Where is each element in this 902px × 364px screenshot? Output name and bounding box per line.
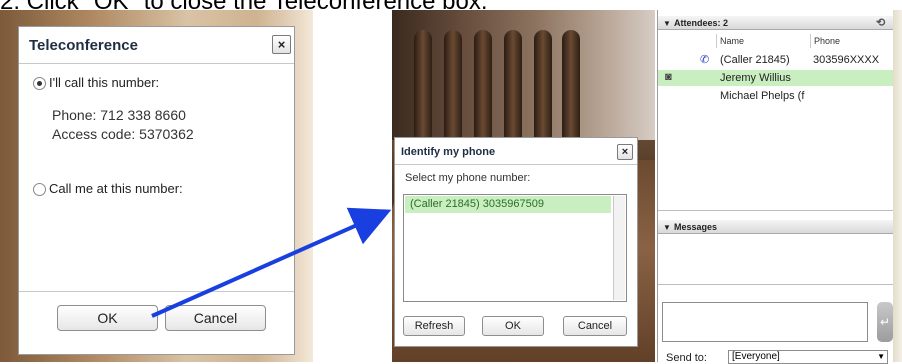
- arrow-line: [151, 207, 392, 318]
- pointer-arrow: [151, 207, 392, 318]
